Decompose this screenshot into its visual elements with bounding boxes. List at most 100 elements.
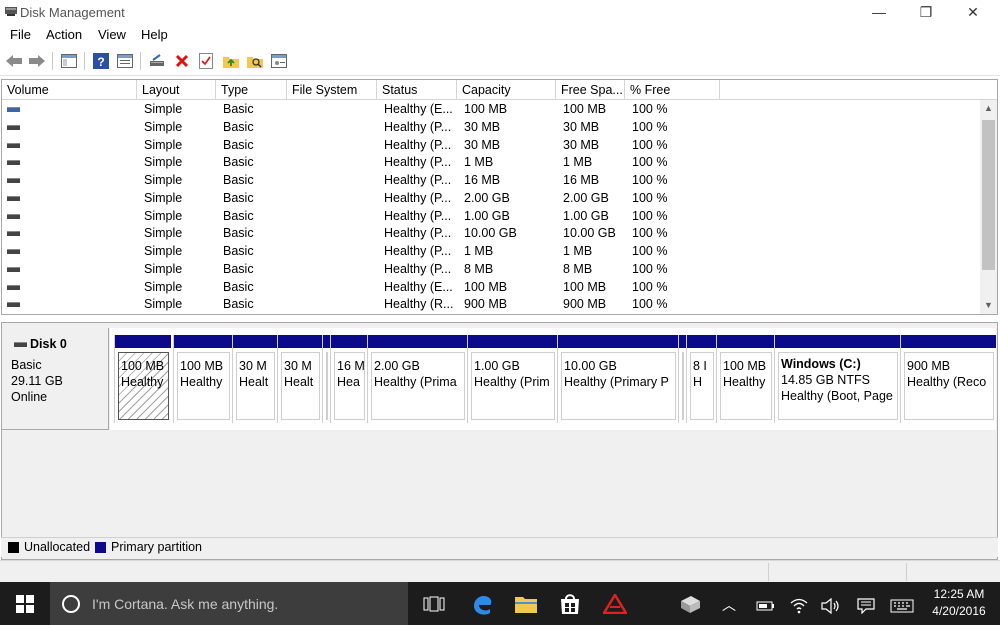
cell-status: Healthy (R...	[384, 297, 454, 312]
keyboard-icon[interactable]	[888, 592, 916, 620]
settings-icon[interactable]	[269, 51, 289, 71]
partition-block[interactable]: 100 MB Healthy	[716, 335, 774, 423]
scrollbar-thumb[interactable]	[982, 120, 995, 270]
usb-drive-icon[interactable]	[676, 590, 704, 618]
menu-file[interactable]: File	[10, 27, 31, 42]
partition-size: 2.00 GB	[374, 359, 420, 373]
column-header-free-space[interactable]: Free Spa...	[556, 80, 625, 100]
partition-body: Windows (C:) 14.85 GB NTFS Healthy (Boot, …	[778, 352, 898, 420]
wifi-icon[interactable]	[785, 592, 813, 620]
partition-type-bar	[775, 335, 900, 348]
cortana-search-box[interactable]: I'm Cortana. Ask me anything.	[50, 582, 408, 625]
volume-row[interactable]: Simple Basic Healthy (P... 10.00 GB 10.00 GB…	[2, 225, 980, 243]
partition-block[interactable]: 2.00 GB Healthy (Prima	[367, 335, 467, 423]
volume-row[interactable]: Simple Basic Healthy (P... 2.00 GB 2.00 GB 10…	[2, 190, 980, 208]
partition-size: 100 MB	[723, 359, 767, 373]
cell-status: Healthy (P...	[384, 190, 452, 205]
scroll-up-icon[interactable]: ▲	[980, 100, 997, 117]
volume-row[interactable]: Simple Basic Healthy (P... 1 MB 1 MB 100 %	[2, 243, 980, 261]
task-view-icon[interactable]	[420, 590, 448, 618]
column-header-file-system[interactable]: File System	[287, 80, 377, 100]
menu-view[interactable]: View	[98, 27, 126, 42]
restore-button[interactable]: ❐	[903, 0, 949, 24]
back-icon[interactable]	[4, 51, 24, 71]
open-folder-icon[interactable]	[221, 51, 241, 71]
volume-drive-icon	[7, 107, 20, 112]
legend-unallocated: Unallocated	[24, 540, 91, 554]
partition-type-bar	[323, 335, 330, 348]
check-icon[interactable]	[196, 51, 216, 71]
volume-row[interactable]: Simple Basic Healthy (P... 1 MB 1 MB 100 %	[2, 154, 980, 172]
status-divider	[906, 563, 907, 581]
column-header-capacity[interactable]: Capacity	[457, 80, 556, 100]
volume-list-scrollbar[interactable]: ▲ ▼	[980, 100, 997, 314]
cell-type: Basic	[223, 261, 254, 276]
partition-block[interactable]: 900 MB Healthy (Reco	[900, 335, 996, 423]
partition-block[interactable]: 8 I H	[686, 335, 716, 423]
delete-icon[interactable]	[172, 51, 192, 71]
battery-icon[interactable]	[752, 592, 780, 620]
edge-browser-icon[interactable]	[468, 590, 496, 618]
column-header-percent-free[interactable]: % Free	[625, 80, 720, 100]
volume-row[interactable]: Simple Basic Healthy (E... 100 MB 100 MB 100 …	[2, 279, 980, 297]
partition-status: Healthy (Prima	[374, 375, 457, 389]
menu-help[interactable]: Help	[141, 27, 168, 42]
connect-icon[interactable]	[147, 51, 167, 71]
disk-0-label[interactable]: Disk 0 Basic 29.11 GB Online	[2, 328, 109, 430]
volume-row[interactable]: Simple Basic Healthy (P... 8 MB 8 MB 100 %	[2, 261, 980, 279]
partition-status: Healthy (Reco	[907, 375, 987, 389]
column-header-type[interactable]: Type	[216, 80, 287, 100]
volume-row[interactable]: Simple Basic Healthy (P... 16 MB 16 MB 100 %	[2, 172, 980, 190]
red-app-icon[interactable]	[601, 590, 629, 618]
partition-type-bar	[115, 335, 171, 348]
search-placeholder: I'm Cortana. Ask me anything.	[92, 596, 279, 612]
cell-type: Basic	[223, 208, 254, 223]
partition-size: 100 MB	[121, 359, 165, 373]
partition-body	[682, 352, 684, 420]
action-center-icon[interactable]	[852, 592, 880, 620]
column-header-status[interactable]: Status	[377, 80, 457, 100]
toolbar: ?	[0, 46, 1000, 76]
partition-type-bar	[901, 335, 996, 348]
column-header-volume[interactable]: Volume	[2, 80, 137, 100]
partition-block[interactable]: 100 MB Healthy	[114, 335, 171, 423]
cell-type: Basic	[223, 173, 254, 187]
volume-drive-icon	[7, 195, 20, 201]
console-tree-icon[interactable]	[59, 51, 79, 71]
system-clock[interactable]: 12:25 AM 4/20/2016	[924, 586, 994, 620]
volume-row[interactable]: Simple Basic Healthy (P... 30 MB 30 MB 100 %	[2, 137, 980, 155]
partition-block[interactable]	[322, 335, 330, 423]
partition-block[interactable]	[678, 335, 686, 423]
file-explorer-icon[interactable]	[512, 590, 540, 618]
title-bar: Disk Management — ❐ ✕	[0, 0, 1000, 24]
volume-row[interactable]: Simple Basic Healthy (P... 30 MB 30 MB 100 %	[2, 119, 980, 137]
minimize-button[interactable]: —	[856, 0, 902, 24]
scroll-down-icon[interactable]: ▼	[980, 297, 997, 314]
column-header-layout[interactable]: Layout	[137, 80, 216, 100]
partition-block[interactable]: Windows (C:) 14.85 GB NTFS Healthy (Boot, …	[774, 335, 900, 423]
partition-block[interactable]: 30 M Healt	[277, 335, 322, 423]
close-button[interactable]: ✕	[950, 0, 996, 24]
menu-action[interactable]: Action	[46, 27, 82, 42]
volume-row[interactable]: Simple Basic Healthy (R... 900 MB 900 MB 100 …	[2, 296, 980, 314]
volume-speaker-icon[interactable]	[817, 592, 845, 620]
forward-icon[interactable]	[27, 51, 47, 71]
clock-time: 12:25 AM	[933, 587, 985, 601]
store-icon[interactable]	[556, 590, 584, 618]
partition-block[interactable]: 1.00 GB Healthy (Prim	[467, 335, 557, 423]
show-hidden-icons-icon[interactable]: ︿	[722, 595, 736, 615]
partition-block[interactable]: 16 M Hea	[330, 335, 367, 423]
volume-row[interactable]: Simple Basic Healthy (E... 100 MB 100 MB 100 …	[2, 101, 980, 119]
taskbar: I'm Cortana. Ask me anything. ︿ 12:25 AM…	[0, 582, 1000, 625]
start-button[interactable]	[0, 582, 50, 625]
partition-block[interactable]: 30 M Healt	[232, 335, 277, 423]
cell-free-space: 100 MB	[563, 279, 607, 294]
cell-percent-free: 100 %	[632, 244, 668, 258]
partition-label: Windows (C:)	[781, 357, 861, 371]
partition-block[interactable]: 100 MB Healthy	[173, 335, 232, 423]
help-icon[interactable]: ?	[91, 51, 111, 71]
properties-icon[interactable]	[115, 51, 135, 71]
explore-icon[interactable]	[245, 51, 265, 71]
volume-row[interactable]: Simple Basic Healthy (P... 1.00 GB 1.00 GB 10…	[2, 208, 980, 226]
partition-block[interactable]: 10.00 GB Healthy (Primary P	[557, 335, 678, 423]
